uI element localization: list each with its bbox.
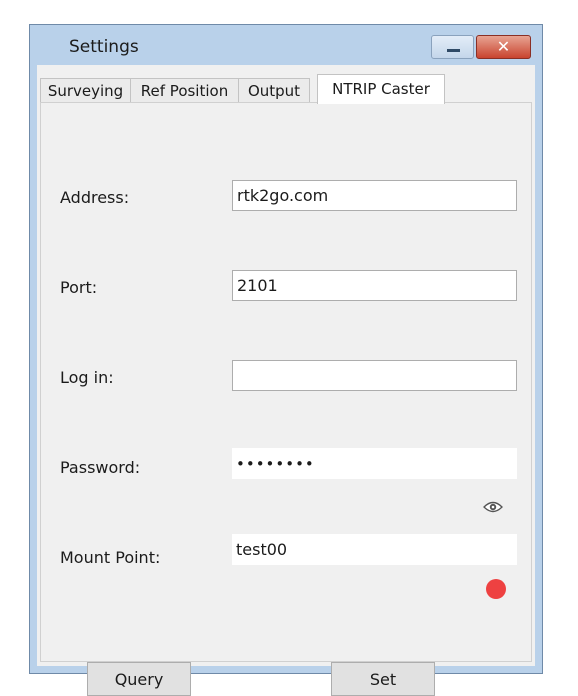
password-label: Password: [60, 458, 141, 477]
close-icon: ✕ [496, 37, 511, 56]
minimize-button[interactable] [431, 35, 474, 59]
tab-bar: Surveying Ref Position Output NTRIP Cast… [37, 74, 535, 104]
password-field[interactable] [232, 448, 517, 479]
set-button[interactable]: Set [331, 662, 435, 696]
port-label: Port: [60, 278, 98, 297]
login-label: Log in: [60, 368, 114, 387]
minimize-icon [447, 49, 460, 52]
close-button[interactable]: ✕ [476, 35, 531, 59]
port-field[interactable] [232, 270, 517, 301]
settings-window: Settings ✕ Surveying Ref Position Output… [29, 24, 543, 696]
window-content: Surveying Ref Position Output NTRIP Cast… [37, 65, 535, 696]
red-status-dot-icon [486, 579, 506, 599]
login-field[interactable] [232, 360, 517, 391]
tab-ntrip-caster[interactable]: NTRIP Caster [317, 74, 445, 104]
query-button[interactable]: Query [87, 662, 191, 696]
mount-point-label: Mount Point: [60, 548, 161, 567]
tab-output[interactable]: Output [238, 78, 310, 103]
eye-icon[interactable] [483, 501, 503, 513]
ntrip-caster-panel: Address: Port: Log in: Password: Mount P… [40, 102, 532, 696]
mount-point-field[interactable] [232, 534, 517, 565]
tab-ref-position[interactable]: Ref Position [130, 78, 239, 103]
window-title: Settings [69, 37, 139, 57]
address-field[interactable] [232, 180, 517, 211]
address-label: Address: [60, 188, 130, 207]
title-bar[interactable]: Settings ✕ [30, 25, 542, 65]
tab-surveying[interactable]: Surveying [40, 78, 131, 103]
